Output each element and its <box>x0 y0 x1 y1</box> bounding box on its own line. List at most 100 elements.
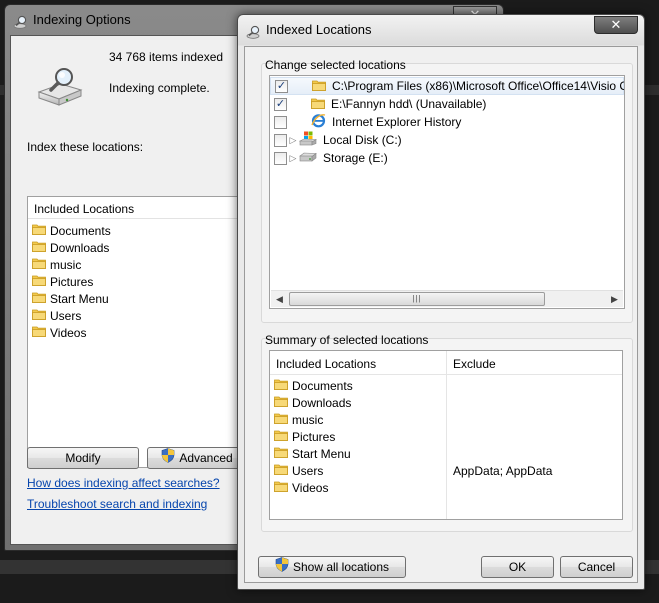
list-item[interactable]: Videos <box>28 324 266 341</box>
tree-row-storage[interactable]: ▷ Storage (E:) <box>270 149 388 167</box>
tree-row-fannyn-hdd[interactable]: ✓ E:\Fannyn hdd\ (Unavailable) <box>270 95 486 113</box>
change-locations-label: Change selected locations <box>265 58 406 72</box>
exclude-column-header[interactable]: Exclude <box>453 357 496 371</box>
folder-icon <box>311 97 325 112</box>
indexed-locations-title: Indexed Locations <box>266 22 372 37</box>
folder-icon <box>32 291 46 306</box>
ok-button[interactable]: OK <box>481 556 554 578</box>
folder-icon <box>32 325 46 340</box>
folder-label: Start Menu <box>292 446 351 461</box>
items-indexed-count: 34 768 items indexed <box>109 50 224 64</box>
indexed-locations-close-button[interactable]: ✕ <box>594 16 638 34</box>
folder-label: music <box>292 412 324 427</box>
list-item[interactable]: music <box>28 256 266 273</box>
uac-shield-icon <box>161 447 175 469</box>
folder-label: Documents <box>50 223 111 238</box>
folder-label: Users <box>50 308 82 323</box>
folder-icon <box>32 308 46 323</box>
list-item[interactable]: Pictures <box>274 428 335 445</box>
scroll-left-arrow-icon[interactable]: ◀ <box>271 291 288 308</box>
modify-button-label: Modify <box>65 451 101 465</box>
indexing-options-title: Indexing Options <box>33 12 131 27</box>
scrollbar-thumb[interactable]: ||| <box>289 292 545 306</box>
folder-label: Pictures <box>50 274 94 289</box>
ok-button-label: OK <box>508 560 527 574</box>
folder-icon <box>32 223 46 238</box>
drive-icon <box>299 151 317 166</box>
indexed-locations-titlebar[interactable]: Indexed Locations <box>238 15 644 45</box>
help-link[interactable]: How does indexing affect searches? <box>27 476 220 490</box>
list-item[interactable]: Users <box>28 307 266 324</box>
tree-row-local-disk[interactable]: ▷ Local Disk (C:) <box>270 131 402 149</box>
index-locations-label: Index these locations: <box>27 140 144 154</box>
users-exclude-value: AppData; AppData <box>453 464 553 478</box>
modify-button[interactable]: Modify <box>27 447 139 469</box>
internet-explorer-icon <box>311 113 326 131</box>
list-item[interactable]: Users <box>274 462 323 479</box>
folder-label: music <box>50 257 82 272</box>
show-all-locations-label: Show all locations <box>292 560 390 574</box>
folder-label: Users <box>292 463 324 478</box>
cancel-button[interactable]: Cancel <box>560 556 633 578</box>
storage-checkbox[interactable] <box>274 151 287 165</box>
expand-arrow-icon[interactable]: ▷ <box>287 153 299 164</box>
summary-list[interactable]: Included Locations Exclude Documents Down… <box>269 350 623 520</box>
folder-label: Downloads <box>50 240 110 255</box>
indexed-locations-app-icon <box>246 25 262 42</box>
show-all-locations-button[interactable]: Show all locations <box>258 556 406 578</box>
scroll-right-arrow-icon[interactable]: ▶ <box>606 291 623 308</box>
list-item[interactable]: Downloads <box>28 239 266 256</box>
folder-icon <box>274 446 288 461</box>
expand-arrow-icon[interactable]: ▷ <box>287 135 299 146</box>
uac-shield-icon <box>275 556 289 578</box>
folder-icon <box>274 480 288 495</box>
folder-icon <box>312 79 326 94</box>
tree-label: C:\Program Files (x86)\Microsoft Office\… <box>332 79 624 93</box>
folder-icon <box>32 240 46 255</box>
indexing-drive-icon <box>35 66 85 111</box>
folder-icon <box>274 429 288 444</box>
fannyn-hdd-checkbox[interactable]: ✓ <box>274 97 287 111</box>
list-item[interactable]: Start Menu <box>274 445 351 462</box>
list-item[interactable]: Documents <box>274 377 353 394</box>
folder-icon <box>274 378 288 393</box>
column-divider[interactable] <box>446 351 447 519</box>
tree-row-visio-content[interactable]: ✓ C:\Program Files (x86)\Microsoft Offic… <box>270 77 624 95</box>
troubleshoot-link[interactable]: Troubleshoot search and indexing <box>27 497 207 511</box>
indexing-status: Indexing complete. <box>109 81 210 95</box>
locations-tree[interactable]: ✓ C:\Program Files (x86)\Microsoft Offic… <box>269 75 625 309</box>
included-locations-column-header[interactable]: Included Locations <box>276 357 376 371</box>
folder-icon <box>274 463 288 478</box>
included-locations-header[interactable]: Included Locations <box>28 197 266 219</box>
folder-label: Videos <box>50 325 87 340</box>
folder-icon <box>32 274 46 289</box>
advanced-button[interactable]: Advanced <box>147 447 247 469</box>
cancel-button-label: Cancel <box>577 560 616 574</box>
list-item[interactable]: music <box>274 411 323 428</box>
folder-label: Documents <box>292 378 353 393</box>
list-item[interactable]: Pictures <box>28 273 266 290</box>
tree-row-ie-history[interactable]: Internet Explorer History <box>270 113 461 131</box>
folder-label: Videos <box>292 480 329 495</box>
tree-label: E:\Fannyn hdd\ (Unavailable) <box>331 97 487 111</box>
folder-label: Start Menu <box>50 291 109 306</box>
indexed-locations-client: Change selected locations ✓ C:\Program F… <box>244 46 638 583</box>
list-item[interactable]: Videos <box>274 479 328 496</box>
folder-icon <box>32 257 46 272</box>
local-disk-icon <box>298 131 317 149</box>
list-item[interactable]: Downloads <box>274 394 351 411</box>
folder-icon <box>274 395 288 410</box>
ie-history-checkbox[interactable] <box>274 115 287 129</box>
indexed-locations-dialog: Indexed Locations ✕ Change selected loca… <box>237 14 645 590</box>
included-locations-list[interactable]: Included Locations Documents Downloads mus… <box>27 196 267 468</box>
close-icon: ✕ <box>610 17 622 32</box>
visio-content-checkbox[interactable]: ✓ <box>275 79 288 93</box>
local-disk-checkbox[interactable] <box>274 133 287 147</box>
tree-label: Storage (E:) <box>323 151 388 165</box>
indexing-options-app-icon <box>13 15 29 32</box>
list-item[interactable]: Start Menu <box>28 290 266 307</box>
folder-icon <box>274 412 288 427</box>
horizontal-scrollbar[interactable]: ◀ ||| ▶ <box>271 290 623 307</box>
folder-label: Downloads <box>292 395 352 410</box>
list-item[interactable]: Documents <box>28 222 266 239</box>
